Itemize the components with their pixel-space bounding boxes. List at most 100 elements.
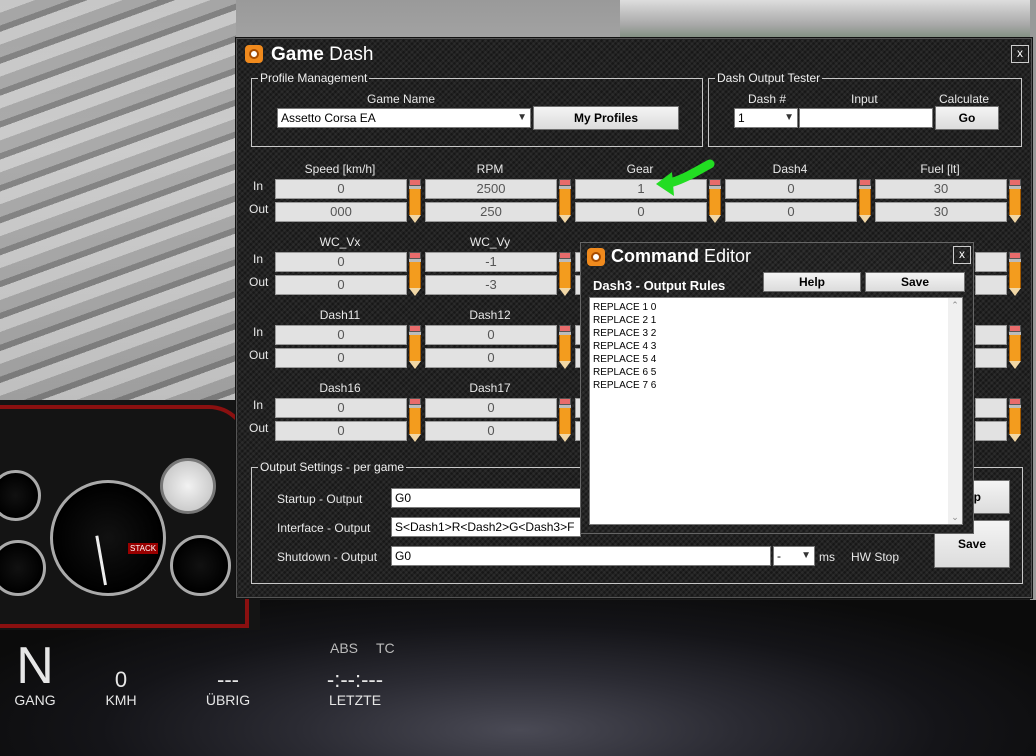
dash12-out-value: 0 — [425, 348, 557, 368]
row-label-out: Out — [249, 421, 269, 435]
dash-number-value: 1 — [738, 111, 745, 125]
rpm-in-value: 2500 — [425, 179, 557, 199]
help-button[interactable]: Help — [763, 272, 861, 292]
dash17-in-value: 0 — [425, 398, 557, 418]
close-icon[interactable]: x — [953, 246, 971, 264]
edit-fuel-pencil-icon[interactable] — [1009, 179, 1021, 223]
dash11-in-value: 0 — [275, 325, 407, 345]
hud-last-value: -:--:--- — [326, 667, 384, 692]
game-name-label: Game Name — [367, 92, 436, 106]
row-label-in: In — [253, 325, 264, 339]
dash4-in-value: 0 — [725, 179, 857, 199]
edit-dash17-pencil-icon[interactable] — [559, 398, 571, 442]
my-profiles-button[interactable]: My Profiles — [533, 106, 679, 130]
window-title: Game Dash — [271, 44, 374, 65]
output-rules-textarea[interactable]: REPLACE 1 0 REPLACE 2 1 REPLACE 3 2 REPL… — [589, 297, 963, 525]
hud-speed-value: 0 — [114, 667, 128, 692]
hud-tc-label: TC — [376, 640, 395, 656]
partial-value-box — [975, 275, 1007, 295]
interface-output-field[interactable]: S<Dash1>R<Dash2>G<Dash3>F — [391, 517, 581, 537]
hud-last-lap: -:--:--- LETZTE — [310, 667, 400, 709]
rule-line: REPLACE 1 0 — [593, 302, 657, 313]
edit-speed-pencil-icon[interactable] — [409, 179, 421, 223]
edit-pencil-icon[interactable] — [1009, 398, 1021, 442]
output-settings-legend: Output Settings - per game — [260, 460, 405, 474]
hud-remaining: --- ÜBRIG — [198, 667, 258, 709]
wc-vx-in-value: 0 — [275, 252, 407, 272]
input-label: Input — [851, 92, 878, 106]
game-name-select[interactable]: Assetto Corsa EA ▼ — [277, 108, 531, 128]
channel-label-speed: Speed [km/h] — [304, 162, 376, 176]
row-label-in: In — [253, 179, 264, 193]
partial-value-box — [975, 348, 1007, 368]
scroll-up-icon[interactable]: ⌃ — [948, 298, 962, 312]
edit-dash16-pencil-icon[interactable] — [409, 398, 421, 442]
chevron-down-icon: ▼ — [784, 112, 794, 123]
dash-number-label: Dash # — [748, 92, 787, 106]
profile-management-legend: Profile Management — [260, 71, 368, 85]
dash16-out-value: 0 — [275, 421, 407, 441]
hud-speed-label: KMH — [105, 692, 137, 708]
wc-vx-out-value: 0 — [275, 275, 407, 295]
wc-vy-in-value: -1 — [425, 252, 557, 272]
ms-label: ms — [819, 550, 835, 564]
app-logo-icon — [587, 248, 605, 266]
wc-vy-out-value: -3 — [425, 275, 557, 295]
hud-remaining-value: --- — [217, 667, 239, 692]
tachometer-gauge — [50, 480, 166, 596]
rule-line: REPLACE 3 2 — [593, 328, 657, 339]
stack-logo: STACK — [128, 543, 159, 554]
title-bar[interactable]: Game Dash x — [237, 39, 1031, 69]
rule-line: REPLACE 4 3 — [593, 341, 657, 352]
stadium-structure — [0, 0, 236, 410]
shutdown-output-field[interactable]: G0 — [391, 546, 771, 566]
dash-output-tester-legend: Dash Output Tester — [717, 71, 821, 85]
row-label-out: Out — [249, 275, 269, 289]
startup-output-label: Startup - Output — [277, 492, 363, 506]
channel-label-wc-vy: WC_Vy — [469, 235, 511, 249]
dash-number-select[interactable]: 1 ▼ — [734, 108, 798, 128]
edit-rpm-pencil-icon[interactable] — [559, 179, 571, 223]
shutdown-output-label: Shutdown - Output — [277, 550, 378, 564]
tester-input-field[interactable] — [799, 108, 933, 128]
command-editor-title: Command Editor — [611, 246, 752, 266]
close-icon[interactable]: x — [1011, 45, 1029, 63]
edit-dash12-pencil-icon[interactable] — [559, 325, 571, 369]
hud-remaining-label: ÜBRIG — [205, 692, 251, 708]
hud-last-label: LETZTE — [328, 692, 382, 708]
partial-value-box — [975, 421, 1007, 441]
ms-select[interactable]: - ▼ — [773, 546, 815, 566]
edit-pencil-icon[interactable] — [1009, 252, 1021, 296]
small-gauge — [160, 458, 216, 514]
hud-speed: 0 KMH — [96, 667, 146, 709]
vertical-scrollbar[interactable]: ⌃ ⌄ — [948, 298, 962, 524]
calculate-label: Calculate — [939, 92, 990, 106]
dash4-out-value: 0 — [725, 202, 857, 222]
channel-label-dash4: Dash4 — [772, 162, 808, 176]
edit-wc-vx-pencil-icon[interactable] — [409, 252, 421, 296]
edit-dash4-pencil-icon[interactable] — [859, 179, 871, 223]
rule-line: REPLACE 6 5 — [593, 367, 657, 378]
ms-select-value: - — [777, 549, 781, 563]
go-button[interactable]: Go — [935, 106, 999, 130]
channel-label-dash11: Dash11 — [319, 308, 361, 322]
chevron-down-icon: ▼ — [801, 550, 811, 561]
speed-out-value: 000 — [275, 202, 407, 222]
save-rules-button[interactable]: Save — [865, 272, 965, 292]
scroll-down-icon[interactable]: ⌄ — [948, 510, 962, 524]
edit-pencil-icon[interactable] — [1009, 325, 1021, 369]
startup-output-field[interactable]: G0 — [391, 488, 581, 508]
interface-output-label: Interface - Output — [277, 521, 371, 535]
edit-dash11-pencil-icon[interactable] — [409, 325, 421, 369]
channel-label-dash12: Dash12 — [469, 308, 511, 322]
hud-gear: N GANG — [10, 640, 60, 708]
rpm-out-value: 250 — [425, 202, 557, 222]
dash17-out-value: 0 — [425, 421, 557, 441]
partial-value-box — [975, 252, 1007, 272]
green-arrow-annotation — [656, 159, 715, 196]
dash16-in-value: 0 — [275, 398, 407, 418]
app-logo-icon — [245, 45, 263, 63]
edit-wc-vy-pencil-icon[interactable] — [559, 252, 571, 296]
rule-line: REPLACE 5 4 — [593, 354, 657, 365]
game-name-value: Assetto Corsa EA — [281, 111, 376, 125]
